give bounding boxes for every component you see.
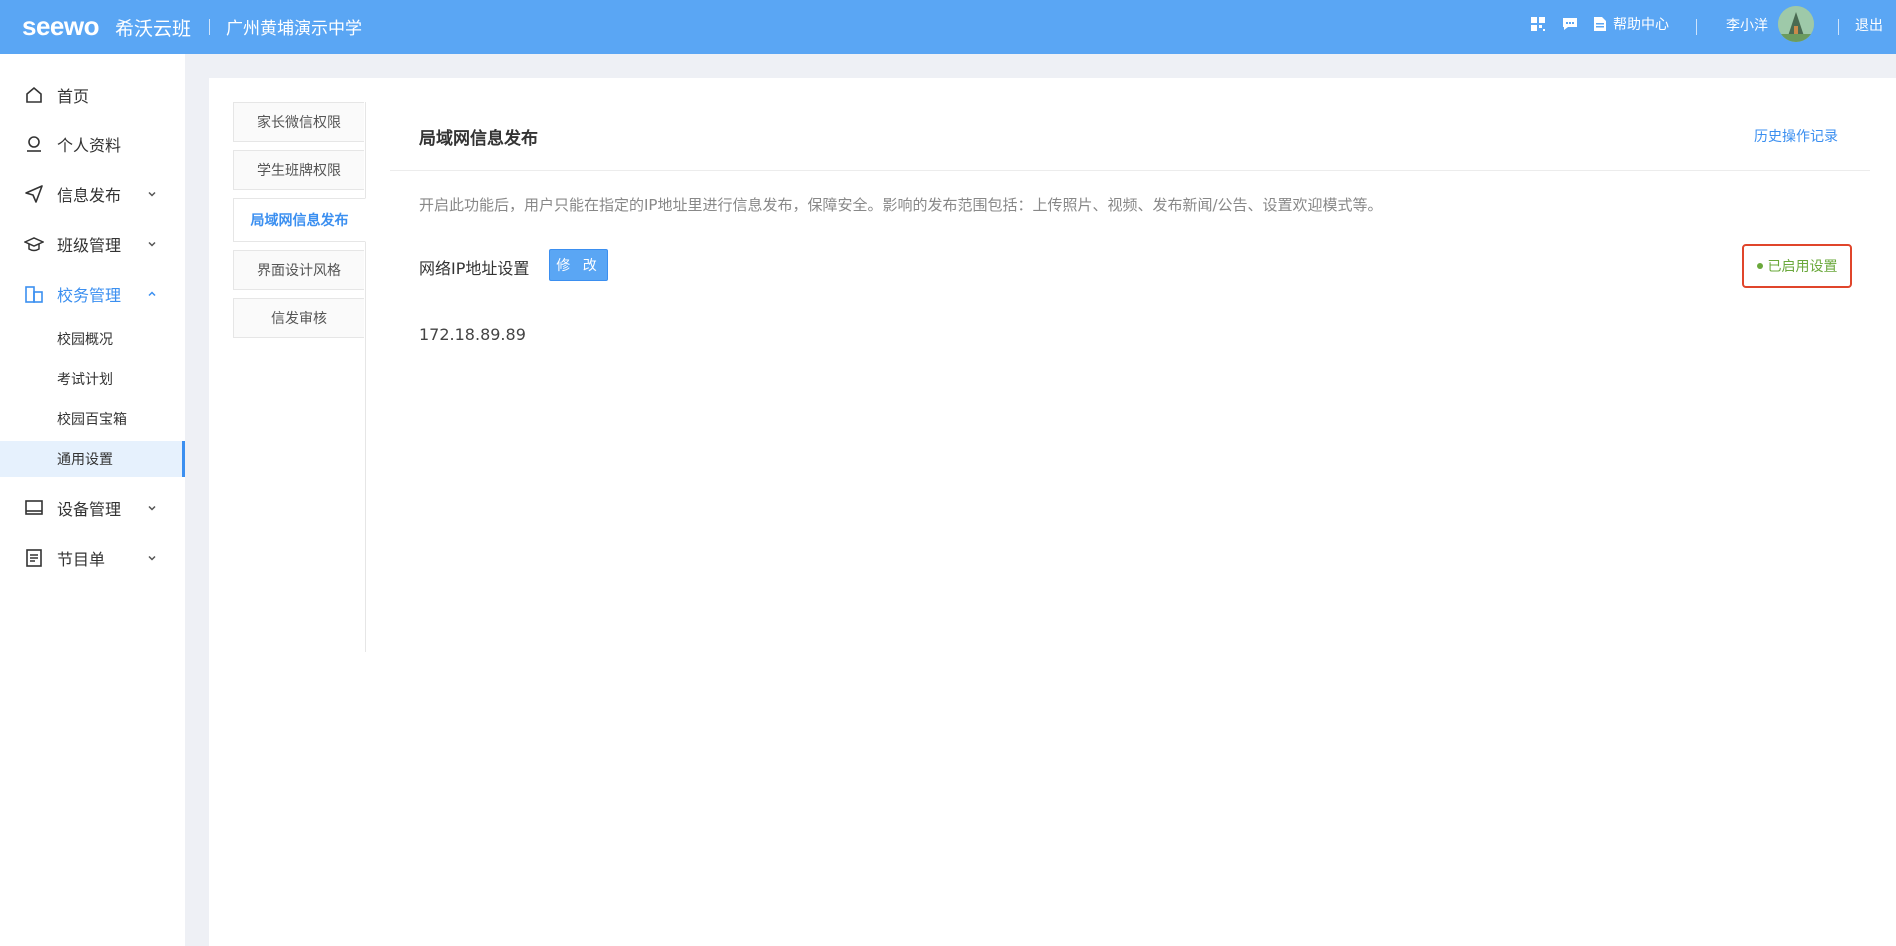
graduation-cap-icon (24, 237, 44, 252)
sidebar-subitem-label: 校园概况 (57, 332, 113, 348)
sidebar-item-program-list[interactable]: 节目单 (0, 538, 185, 578)
status-badge: 已启用设置 (1742, 244, 1852, 288)
chevron-down-icon (148, 555, 156, 561)
monitor-icon (25, 500, 43, 515)
user-name[interactable]: 李小洋 (1726, 15, 1768, 35)
page-title: 局域网信息发布 (419, 129, 538, 149)
sidebar-item-label: 信息发布 (57, 186, 122, 205)
sidebar-item-publish[interactable]: 信息发布 (0, 174, 185, 214)
sidebar-item-class[interactable]: 班级管理 (0, 224, 185, 264)
feature-description: 开启此功能后，用户只能在指定的IP地址里进行信息发布，保障安全。影响的发布范围包… (419, 196, 1383, 214)
tab-interface-style[interactable]: 界面设计风格 (233, 250, 364, 290)
sidebar-subitem-general-settings[interactable]: 通用设置 (0, 441, 185, 477)
sidebar-subitem-label: 考试计划 (57, 372, 113, 388)
tab-publish-review[interactable]: 信发审核 (233, 298, 364, 338)
message-icon[interactable] (1561, 15, 1579, 33)
header-divider (1696, 19, 1697, 35)
top-bar: seewo 希沃云班 广州黄埔演示中学 帮助中心 李小洋 退出 (0, 0, 1896, 54)
edit-button[interactable]: 修 改 (549, 249, 608, 281)
user-icon (27, 136, 41, 152)
main-panel: 家长微信权限 学生班牌权限 局域网信息发布 界面设计风格 信发审核 局域网信息发… (209, 78, 1896, 946)
chevron-down-icon (148, 241, 156, 247)
help-center-label: 帮助中心 (1613, 17, 1669, 33)
sidebar-item-label: 首页 (57, 87, 90, 106)
document-icon (1594, 17, 1606, 31)
status-label: 已启用设置 (1767, 259, 1838, 275)
sidebar-item-label: 个人资料 (57, 136, 122, 155)
sidebar-item-label: 设备管理 (57, 500, 122, 519)
help-center-link[interactable]: 帮助中心 (1593, 14, 1669, 34)
sidebar-item-devices[interactable]: 设备管理 (0, 488, 185, 528)
sidebar-item-home[interactable]: 首页 (0, 75, 185, 115)
header-divider (209, 19, 210, 35)
sidebar-item-label: 校务管理 (57, 286, 122, 305)
history-log-link[interactable]: 历史操作记录 (1754, 126, 1838, 146)
school-affairs-icon (25, 286, 43, 303)
sidebar-subitem-exam-plan[interactable]: 考试计划 (0, 361, 185, 397)
logout-button[interactable]: 退出 (1855, 15, 1883, 35)
chevron-down-icon (148, 505, 156, 511)
sidebar-subitem-label: 校园百宝箱 (57, 412, 127, 428)
sidebar-item-profile[interactable]: 个人资料 (0, 124, 185, 164)
app-name: 希沃云班 (115, 18, 192, 40)
title-divider (390, 170, 1870, 171)
sidebar-item-school-affairs[interactable]: 校务管理 (0, 274, 185, 314)
send-icon (25, 185, 43, 203)
sidebar-item-label: 节目单 (57, 550, 106, 569)
settings-tabs: 家长微信权限 学生班牌权限 局域网信息发布 界面设计风格 信发审核 (233, 102, 366, 652)
avatar-image (1778, 6, 1814, 42)
avatar[interactable] (1778, 6, 1814, 42)
chevron-up-icon (148, 291, 156, 297)
apps-grid-icon[interactable] (1529, 15, 1547, 33)
sidebar-subitem-label: 通用设置 (57, 452, 113, 468)
sidebar-subitem-campus-toolbox[interactable]: 校园百宝箱 (0, 401, 185, 437)
sidebar-subitem-campus-overview[interactable]: 校园概况 (0, 321, 185, 357)
chevron-down-icon (148, 191, 156, 197)
sidebar-item-label: 班级管理 (57, 236, 122, 255)
home-icon (26, 86, 42, 103)
ip-address-value: 172.18.89.89 (419, 325, 526, 344)
header-divider (1838, 19, 1839, 35)
tab-parent-wechat-permission[interactable]: 家长微信权限 (233, 102, 364, 142)
school-name[interactable]: 广州黄埔演示中学 (226, 14, 362, 39)
program-list-icon (26, 549, 42, 567)
ip-setting-label: 网络IP地址设置 (419, 259, 530, 278)
status-dot-icon (1756, 263, 1763, 269)
tab-student-classboard-permission[interactable]: 学生班牌权限 (233, 150, 364, 190)
seewo-logo[interactable]: seewo (22, 11, 100, 42)
sidebar: 首页 个人资料 信息发布 班级管理 校务管理 校园概况 考试计划 校园百宝箱 通… (0, 54, 185, 946)
tab-lan-info-publish[interactable]: 局域网信息发布 (233, 198, 366, 242)
